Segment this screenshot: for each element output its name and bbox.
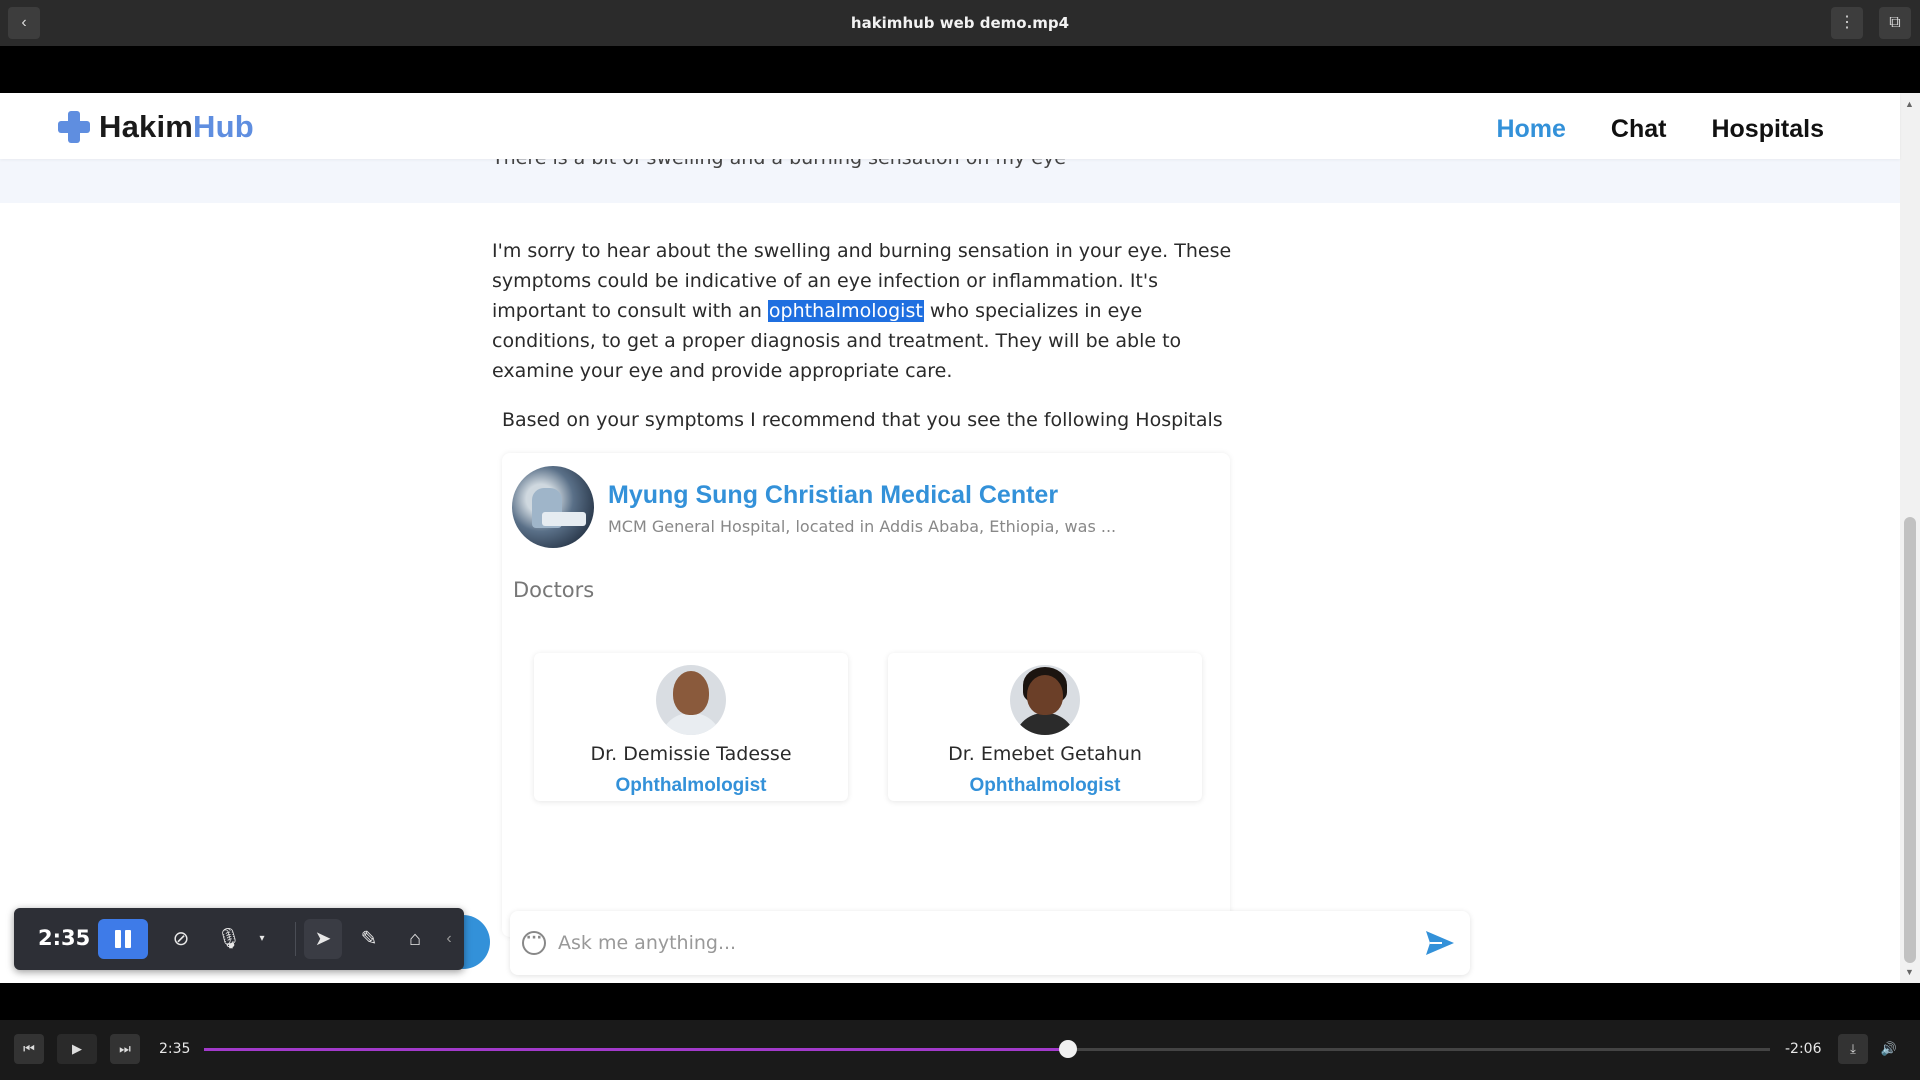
recorder-time: 2:35 <box>38 926 91 950</box>
play-button[interactable]: ▶ <box>57 1034 97 1064</box>
collapse-icon[interactable]: ‹ <box>440 922 458 956</box>
skip-back-icon[interactable]: ⏮ <box>14 1034 44 1064</box>
main-nav: Home Chat Hospitals <box>1496 115 1824 144</box>
doctor-name: Dr. Demissie Tadesse <box>590 743 792 765</box>
player-controls: ⏮ ▶ ⏭ 2:35 -2:06 ⤓ 🔊 <box>0 1020 1920 1080</box>
camera-off-icon[interactable]: ⊘ <box>164 922 198 956</box>
send-button[interactable] <box>1424 929 1456 957</box>
chat-input-bar <box>510 911 1470 975</box>
cursor-icon: ➤ <box>314 928 332 950</box>
player-titlebar: ‹ hakimhub web demo.mp4 ⋮ ⧉ <box>0 0 1920 46</box>
doctor-card[interactable]: Dr. Emebet Getahun Ophthalmologist <box>888 653 1202 801</box>
nav-hospitals[interactable]: Hospitals <box>1711 115 1824 144</box>
volume-icon[interactable]: 🔊 <box>1874 1034 1904 1064</box>
chat-bubble-icon <box>522 930 546 955</box>
send-icon <box>1426 931 1454 955</box>
toolbar-divider <box>295 922 296 956</box>
hospital-name[interactable]: Myung Sung Christian Medical Center <box>608 481 1058 510</box>
seek-progress <box>204 1048 1069 1051</box>
doctor-name: Dr. Emebet Getahun <box>948 743 1142 765</box>
doctors-heading: Doctors <box>513 578 595 602</box>
more-options-button[interactable]: ⋮ <box>1831 7 1863 39</box>
download-icon[interactable]: ⤓ <box>1838 1034 1868 1064</box>
page-scrollbar[interactable]: ▲ ▼ <box>1900 93 1920 983</box>
avatar <box>656 665 726 735</box>
highlighted-term: ophthalmologist <box>767 300 924 322</box>
recorder-toolbar: 2:35 ⊘ 🎙 ▾ ➤ ✎ ⌂ ‹ <box>14 908 464 970</box>
pencil-icon[interactable]: ✎ <box>352 922 386 956</box>
hospital-card[interactable]: Myung Sung Christian Medical Center MCM … <box>502 453 1230 937</box>
mic-dropdown-icon[interactable]: ▾ <box>254 922 270 956</box>
more-vertical-icon: ⋮ <box>1839 14 1855 31</box>
scroll-down-icon[interactable]: ▼ <box>1905 967 1914 977</box>
logo-text: HakimHub <box>99 109 254 144</box>
medical-cross-icon <box>57 110 91 144</box>
nav-chat[interactable]: Chat <box>1611 115 1667 144</box>
avatar <box>1010 665 1080 735</box>
video-title: hakimhub web demo.mp4 <box>850 14 1070 32</box>
scrollbar-thumb[interactable] <box>1904 517 1916 963</box>
pause-button[interactable] <box>98 919 148 959</box>
logo[interactable]: HakimHub <box>57 109 254 145</box>
hospital-image <box>512 466 594 548</box>
skip-forward-icon[interactable]: ⏭ <box>110 1034 140 1064</box>
seek-handle[interactable] <box>1059 1040 1078 1058</box>
doctor-card[interactable]: Dr. Demissie Tadesse Ophthalmologist <box>534 653 848 801</box>
assistant-answer: I'm sorry to hear about the swelling and… <box>492 240 1232 382</box>
seek-bar[interactable] <box>204 1040 1770 1058</box>
doctor-specialty: Ophthalmologist <box>615 775 767 796</box>
broom-icon[interactable]: ⌂ <box>398 922 432 956</box>
chat-input[interactable] <box>558 929 1378 957</box>
scroll-up-icon[interactable]: ▲ <box>1905 99 1914 109</box>
current-time: 2:35 <box>159 1041 191 1057</box>
site-header: HakimHub Home Chat Hospitals <box>0 93 1900 159</box>
microphone-icon[interactable]: 🎙 <box>212 922 246 956</box>
hospital-description: MCM General Hospital, located in Addis A… <box>608 517 1117 536</box>
picture-in-picture-button[interactable]: ⧉ <box>1879 7 1911 39</box>
doctor-specialty: Ophthalmologist <box>969 775 1121 796</box>
remaining-time: -2:06 <box>1785 1041 1822 1057</box>
picture-in-picture-icon: ⧉ <box>1889 14 1901 31</box>
recommendation-text: Based on your symptoms I recommend that … <box>502 409 1223 431</box>
nav-home[interactable]: Home <box>1496 115 1565 144</box>
user-message: There is a bit of swelling and a burning… <box>0 147 1900 203</box>
video-frame: HakimHub Home Chat Hospitals There is a … <box>0 93 1920 983</box>
